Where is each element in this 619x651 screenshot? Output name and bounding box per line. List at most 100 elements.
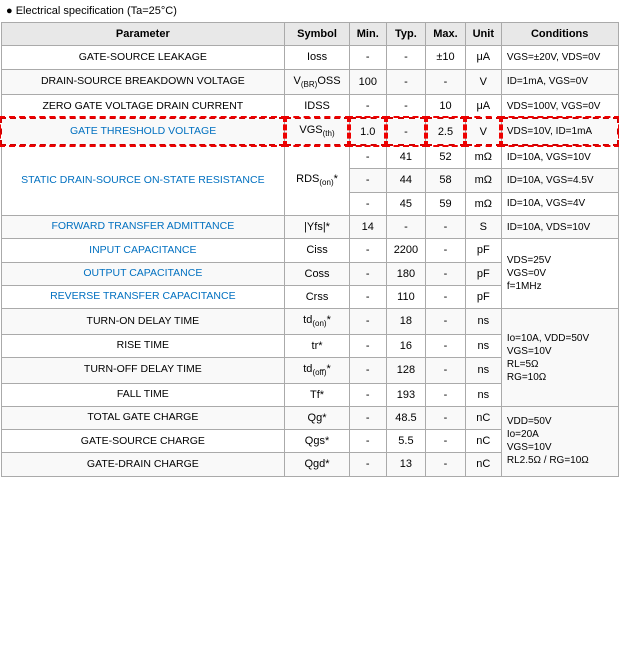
conditions-cell: VGS=±20V, VDS=0V: [501, 46, 618, 69]
symbol-cell: td(off)*: [285, 358, 350, 384]
unit-cell: mΩ: [465, 192, 501, 215]
typ-cell: -: [386, 215, 426, 238]
max-cell: -: [426, 285, 466, 308]
symbol-cell: Ciss: [285, 239, 350, 262]
param-cell: ZERO GATE VOLTAGE DRAIN CURRENT: [1, 95, 285, 119]
table-row: GATE-SOURCE LEAKAGEIoss--±10μAVGS=±20V, …: [1, 46, 618, 69]
max-cell: -: [426, 69, 466, 95]
col-max: Max.: [426, 23, 466, 46]
param-cell: FORWARD TRANSFER ADMITTANCE: [1, 215, 285, 238]
param-cell: RISE TIME: [1, 334, 285, 357]
param-cell: GATE THRESHOLD VOLTAGE: [1, 118, 285, 145]
conditions-cell: Io=10A, VDD=50VVGS=10VRL=5ΩRG=10Ω: [501, 309, 618, 407]
min-cell: 100: [349, 69, 386, 95]
table-row: INPUT CAPACITANCECiss-2200-pFVDS=25VVGS=…: [1, 239, 618, 262]
typ-cell: 41: [386, 145, 426, 169]
unit-cell: ns: [465, 309, 501, 335]
typ-cell: -: [386, 69, 426, 95]
unit-cell: pF: [465, 239, 501, 262]
typ-cell: 128: [386, 358, 426, 384]
min-cell: -: [349, 334, 386, 357]
max-cell: 59: [426, 192, 466, 215]
max-cell: -: [426, 334, 466, 357]
symbol-cell: VGS(th): [285, 118, 350, 145]
param-cell: TURN-ON DELAY TIME: [1, 309, 285, 335]
max-cell: -: [426, 309, 466, 335]
min-cell: -: [349, 285, 386, 308]
conditions-cell: ID=10A, VGS=4.5V: [501, 169, 618, 192]
max-cell: 10: [426, 95, 466, 119]
table-row: TURN-ON DELAY TIMEtd(on)*-18-nsIo=10A, V…: [1, 309, 618, 335]
max-cell: ±10: [426, 46, 466, 69]
unit-cell: nC: [465, 453, 501, 476]
table-row: DRAIN-SOURCE BREAKDOWN VOLTAGEV(BR)OSS10…: [1, 69, 618, 95]
conditions-cell: VDS=10V, ID=1mA: [501, 118, 618, 145]
max-cell: -: [426, 262, 466, 285]
max-cell: -: [426, 215, 466, 238]
col-symbol: Symbol: [285, 23, 350, 46]
param-cell: DRAIN-SOURCE BREAKDOWN VOLTAGE: [1, 69, 285, 95]
max-cell: -: [426, 383, 466, 406]
min-cell: -: [349, 239, 386, 262]
symbol-cell: Tf*: [285, 383, 350, 406]
typ-cell: 193: [386, 383, 426, 406]
min-cell: -: [349, 358, 386, 384]
symbol-cell: Qgd*: [285, 453, 350, 476]
max-cell: 2.5: [426, 118, 466, 145]
max-cell: 58: [426, 169, 466, 192]
symbol-cell: IDSS: [285, 95, 350, 119]
unit-cell: V: [465, 69, 501, 95]
param-cell: GATE-DRAIN CHARGE: [1, 453, 285, 476]
unit-cell: μA: [465, 95, 501, 119]
param-cell: TURN-OFF DELAY TIME: [1, 358, 285, 384]
param-cell: REVERSE TRANSFER CAPACITANCE: [1, 285, 285, 308]
symbol-cell: Qg*: [285, 406, 350, 429]
conditions-cell: ID=10A, VGS=10V: [501, 145, 618, 169]
max-cell: -: [426, 430, 466, 453]
unit-cell: ns: [465, 358, 501, 384]
col-typ: Typ.: [386, 23, 426, 46]
param-cell: INPUT CAPACITANCE: [1, 239, 285, 262]
table-row: STATIC DRAIN-SOURCE ON-STATE RESISTANCER…: [1, 145, 618, 169]
unit-cell: nC: [465, 406, 501, 429]
unit-cell: nC: [465, 430, 501, 453]
param-cell: GATE-SOURCE LEAKAGE: [1, 46, 285, 69]
symbol-cell: |Yfs|*: [285, 215, 350, 238]
param-cell: FALL TIME: [1, 383, 285, 406]
typ-cell: 44: [386, 169, 426, 192]
electrical-spec-table: Parameter Symbol Min. Typ. Max. Unit Con…: [0, 22, 619, 477]
unit-cell: mΩ: [465, 169, 501, 192]
min-cell: 14: [349, 215, 386, 238]
table-row: TOTAL GATE CHARGEQg*-48.5-nCVDD=50VIo=20…: [1, 406, 618, 429]
symbol-cell: RDS(on)*: [285, 145, 350, 215]
conditions-cell: ID=10A, VGS=4V: [501, 192, 618, 215]
symbol-cell: Coss: [285, 262, 350, 285]
typ-cell: -: [386, 95, 426, 119]
typ-cell: -: [386, 118, 426, 145]
table-row: GATE THRESHOLD VOLTAGEVGS(th)1.0-2.5VVDS…: [1, 118, 618, 145]
table-row: FORWARD TRANSFER ADMITTANCE|Yfs|*14--SID…: [1, 215, 618, 238]
conditions-cell: VDD=50VIo=20AVGS=10VRL2.5Ω / RG=10Ω: [501, 406, 618, 476]
header-text: ● Electrical specification (Ta=25°C): [0, 0, 619, 22]
typ-cell: 48.5: [386, 406, 426, 429]
conditions-cell: VDS=25VVGS=0Vf=1MHz: [501, 239, 618, 309]
typ-cell: 16: [386, 334, 426, 357]
max-cell: -: [426, 453, 466, 476]
typ-cell: -: [386, 46, 426, 69]
typ-cell: 180: [386, 262, 426, 285]
typ-cell: 13: [386, 453, 426, 476]
unit-cell: V: [465, 118, 501, 145]
symbol-cell: V(BR)OSS: [285, 69, 350, 95]
unit-cell: ns: [465, 334, 501, 357]
symbol-cell: Ioss: [285, 46, 350, 69]
min-cell: -: [349, 406, 386, 429]
typ-cell: 110: [386, 285, 426, 308]
col-min: Min.: [349, 23, 386, 46]
conditions-cell: ID=10A, VDS=10V: [501, 215, 618, 238]
unit-cell: mΩ: [465, 145, 501, 169]
param-cell: STATIC DRAIN-SOURCE ON-STATE RESISTANCE: [1, 145, 285, 215]
unit-cell: ns: [465, 383, 501, 406]
min-cell: -: [349, 145, 386, 169]
unit-cell: pF: [465, 285, 501, 308]
typ-cell: 2200: [386, 239, 426, 262]
